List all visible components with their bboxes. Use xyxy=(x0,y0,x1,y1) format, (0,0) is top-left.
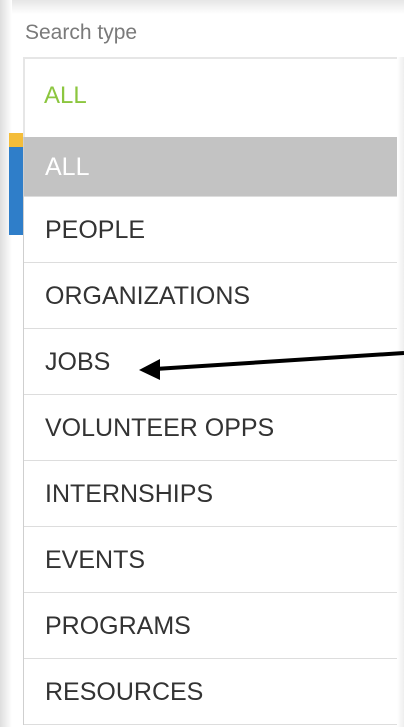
option-label: INTERNSHIPS xyxy=(45,479,214,508)
option-label: RESOURCES xyxy=(45,677,204,706)
option-label: JOBS xyxy=(45,347,111,376)
option-label: PROGRAMS xyxy=(45,611,191,640)
top-shadow xyxy=(0,0,404,14)
option-resources[interactable]: RESOURCES xyxy=(24,659,399,725)
option-programs[interactable]: PROGRAMS xyxy=(24,593,399,659)
search-type-screen: Search type ALL ALL PEOPLE ORGANIZATIONS… xyxy=(0,0,404,727)
option-jobs[interactable]: JOBS xyxy=(24,329,399,395)
option-all[interactable]: ALL xyxy=(24,137,399,197)
option-label: ORGANIZATIONS xyxy=(45,281,251,310)
search-type-dropdown: ALL PEOPLE ORGANIZATIONS JOBS VOLUNTEER … xyxy=(23,137,400,725)
left-shadow xyxy=(0,0,12,727)
selected-value: ALL xyxy=(44,82,87,109)
option-volunteer-opps[interactable]: VOLUNTEER OPPS xyxy=(24,395,399,461)
option-internships[interactable]: INTERNSHIPS xyxy=(24,461,399,527)
option-organizations[interactable]: ORGANIZATIONS xyxy=(24,263,399,329)
search-type-label: Search type xyxy=(25,21,138,44)
right-edge-shadow xyxy=(397,57,404,727)
option-label: VOLUNTEER OPPS xyxy=(45,413,275,442)
option-events[interactable]: EVENTS xyxy=(24,527,399,593)
option-label: ALL xyxy=(45,152,90,181)
search-type-select[interactable]: ALL xyxy=(23,57,404,137)
option-people[interactable]: PEOPLE xyxy=(24,197,399,263)
option-label: EVENTS xyxy=(45,545,146,574)
option-label: PEOPLE xyxy=(45,215,146,244)
